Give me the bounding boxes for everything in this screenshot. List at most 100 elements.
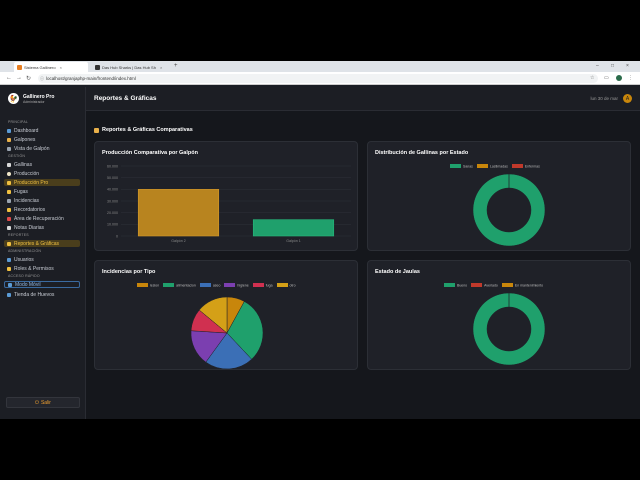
house-icon: [7, 137, 11, 142]
section-title-text: Reportes & Gráficas Comparativas: [102, 127, 193, 133]
sidebar-item-modo-movil[interactable]: Modo Móvil: [4, 281, 80, 288]
sidebar-item-dashboard[interactable]: Dashboard: [4, 127, 80, 134]
y-tick-label: 20.000: [107, 211, 118, 215]
y-tick-label: 10.000: [107, 223, 118, 227]
chart-icon: [7, 128, 11, 133]
sidebar-item-label: Modo Móvil: [15, 281, 41, 288]
sidebar-item-notas[interactable]: Notas Diarias: [4, 224, 80, 231]
grid-icon: [7, 146, 11, 151]
page-title: Reportes & Gráficas: [94, 95, 157, 102]
sidebar-item-label: Usuarios: [14, 256, 34, 263]
brand: 🐓 Gallinero Pro Administrador: [8, 93, 54, 104]
donut-chart-jaulas: [472, 292, 546, 366]
info-icon[interactable]: ⓘ: [40, 74, 44, 83]
chicken-logo-icon: 🐓: [8, 93, 19, 104]
sidebar-item-produccion-pro[interactable]: Producción Pro: [4, 179, 80, 186]
sidebar-item-produccion[interactable]: Producción: [4, 170, 80, 177]
sidebar-item-label: Reportes & Gráficas: [14, 240, 60, 247]
sidebar-item-label: Roles & Permisos: [14, 265, 54, 272]
sidebar-item-label: Recordatorios: [14, 206, 46, 213]
section-acceso-rapido: ACCESO RÁPIDO: [8, 274, 40, 278]
bookmark-star-icon[interactable]: ☆: [590, 75, 594, 81]
y-tick-label: 30.000: [107, 199, 118, 203]
sidebar-item-label: Galpones: [14, 136, 36, 143]
section-principal: PRINCIPAL: [8, 120, 29, 124]
tab-bar: Sistema Gallinero × Das Hub Sharks | Das…: [0, 61, 640, 72]
bar: [137, 189, 220, 237]
back-icon[interactable]: ←: [6, 75, 12, 81]
y-tick-label: 50.000: [107, 176, 118, 180]
phone-icon: [8, 282, 12, 287]
reload-icon[interactable]: ↻: [26, 75, 31, 82]
browser-tab[interactable]: Das Hub Sharks | Das Hub Sh ×: [92, 62, 172, 72]
sidebar-item-label: Notas Diarias: [14, 224, 45, 231]
logout-button[interactable]: ⏻ Salir: [6, 397, 80, 408]
minimize-icon[interactable]: –: [596, 63, 599, 69]
sidebar-item-recordatorios[interactable]: Recordatorios: [4, 206, 80, 213]
tab-title: Sistema Gallinero: [24, 64, 56, 70]
sidebar-item-fugas[interactable]: Fugas: [4, 188, 80, 195]
profile-icon[interactable]: [616, 75, 622, 81]
sidebar-item-usuarios[interactable]: Usuarios: [4, 256, 80, 263]
sidebar-item-label: Producción Pro: [14, 179, 49, 186]
card-jaulas: Estado de Jaulas Bueno Averiado En mante…: [367, 260, 631, 370]
maximize-icon[interactable]: □: [611, 63, 614, 69]
sidebar-item-label: Vista de Galpón: [14, 145, 50, 152]
sidebar-item-roles[interactable]: Roles & Permisos: [4, 265, 80, 272]
y-tick-label: 60.000: [107, 164, 118, 168]
close-tab-icon[interactable]: ×: [160, 65, 162, 70]
section-reportes: REPORTES: [8, 233, 29, 237]
section-gestion: GESTIÓN: [8, 154, 26, 158]
pie-chart-incidencias: [190, 296, 264, 370]
favicon-icon: [17, 64, 22, 70]
card-produccion: Producción Comparativa por Galpón 60.000…: [94, 141, 358, 251]
sidebar-item-vista-galpon[interactable]: Vista de Galpón: [4, 145, 80, 152]
new-tab-icon[interactable]: +: [174, 63, 178, 69]
sidebar-item-gallinas[interactable]: Gallinas: [4, 161, 80, 168]
close-tab-icon[interactable]: ×: [60, 65, 62, 70]
extensions-icon[interactable]: ▭: [604, 75, 609, 81]
sidebar-item-label: Área de Recuperación: [14, 215, 64, 222]
section-administracion: ADMINISTRACIÓN: [8, 249, 42, 253]
date-label: lun 30 de mar: [590, 96, 618, 101]
logout-label: Salir: [40, 399, 51, 406]
sidebar-item-incidencias[interactable]: Incidencias: [4, 197, 80, 204]
sidebar-item-label: Fugas: [14, 188, 28, 195]
bar: [252, 219, 335, 237]
avatar[interactable]: A: [623, 94, 632, 103]
y-tick-label: 40.000: [107, 188, 118, 192]
url-text: localhost/granjaphp-main/frontend/index.…: [46, 76, 136, 81]
browser-tab-active[interactable]: Sistema Gallinero ×: [14, 62, 88, 72]
section-title: Reportes & Gráficas Comparativas: [94, 127, 193, 133]
x-tick-label: Galpón 2: [171, 239, 186, 243]
report-icon: [7, 241, 11, 246]
sidebar-item-label: Incidencias: [14, 197, 40, 204]
sidebar-item-recuperacion[interactable]: Área de Recuperación: [4, 215, 80, 222]
clipboard-icon: [7, 198, 11, 203]
sidebar-item-reportes[interactable]: Reportes & Gráficas: [4, 240, 80, 247]
forward-icon[interactable]: →: [16, 75, 22, 81]
users-icon: [7, 257, 11, 262]
browser-window: Sistema Gallinero × Das Hub Sharks | Das…: [0, 61, 640, 419]
x-tick-label: Galpón 1: [286, 239, 301, 243]
sidebar-item-tienda[interactable]: Tienda de Huevos: [4, 291, 80, 298]
pie-slice: [472, 173, 546, 247]
menu-icon[interactable]: ⋮: [628, 75, 633, 81]
pie-slice: [472, 292, 546, 366]
shop-icon: [7, 292, 11, 297]
sidebar-item-label: Tienda de Huevos: [14, 291, 55, 298]
sidebar-item-label: Dashboard: [14, 127, 39, 134]
note-icon: [7, 225, 11, 230]
close-window-icon[interactable]: ×: [626, 63, 629, 69]
sidebar-item-label: Gallinas: [14, 161, 33, 168]
brand-title: Gallinero Pro: [23, 93, 55, 100]
url-field[interactable]: ⓘ localhost/granjaphp-main/frontend/inde…: [38, 74, 598, 83]
tab-title: Das Hub Sharks | Das Hub Sh: [102, 64, 156, 70]
medical-icon: [7, 216, 11, 221]
card-distribucion: Distribución de Gallinas por Estado Sana…: [367, 141, 631, 251]
logout-icon: ⏻: [35, 399, 39, 406]
topbar: Reportes & Gráficas lun 30 de mar A: [86, 87, 640, 111]
sidebar-item-label: Producción: [14, 170, 40, 177]
sidebar-item-galpones[interactable]: Galpones: [4, 136, 80, 143]
y-tick-label: 0: [116, 234, 118, 238]
